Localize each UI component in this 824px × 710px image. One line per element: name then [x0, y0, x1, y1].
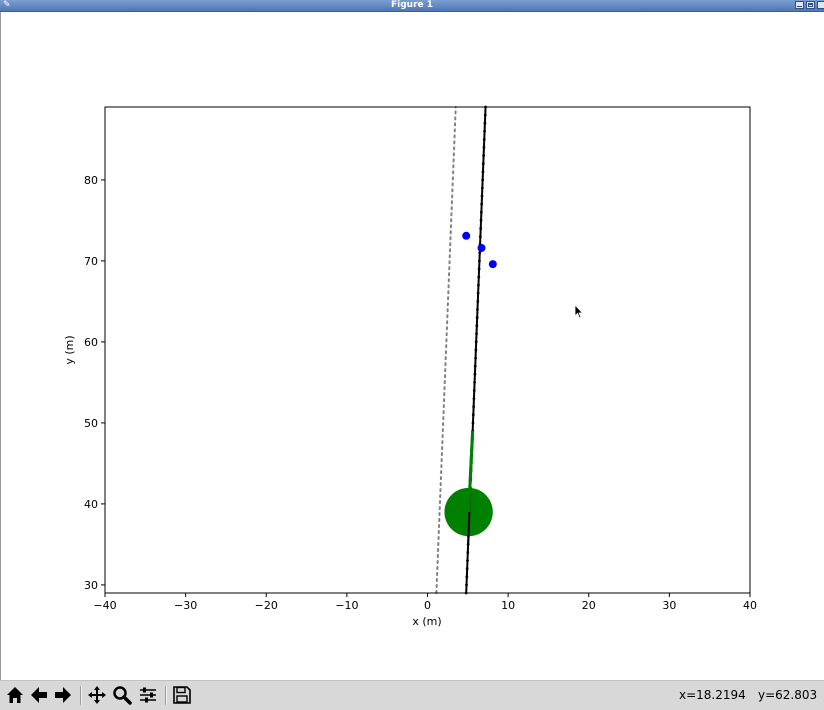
save-icon	[173, 686, 191, 704]
series-marker	[480, 202, 484, 206]
series-marker	[474, 348, 478, 352]
series-marker	[480, 186, 484, 190]
y-tick-label: 60	[84, 336, 98, 349]
x-axis: −40 −30 −20 −10 0 10 20 30 40	[93, 593, 757, 612]
x-tick-label: −30	[174, 599, 197, 612]
series-marker	[483, 113, 487, 117]
scatter-point	[488, 260, 497, 269]
series-marker	[481, 162, 485, 166]
forward-button[interactable]	[52, 684, 74, 706]
series-marker	[481, 178, 485, 182]
series-marker	[481, 170, 485, 174]
series-marker	[477, 275, 481, 279]
series-marker	[472, 397, 476, 400]
forward-arrow-icon	[55, 687, 71, 703]
home-button[interactable]	[4, 684, 26, 706]
series-marker	[471, 421, 475, 425]
series-marker	[482, 146, 486, 149]
figure-canvas[interactable]: −40 −30 −20 −10 0 10 20 30 40 30 40 50 60 70 80 x (m)…	[0, 0, 824, 680]
series-marker	[474, 356, 477, 360]
y-tick-label: 40	[84, 498, 98, 511]
series-marker	[482, 154, 486, 158]
series-marker	[466, 551, 470, 554]
series-marker	[475, 332, 478, 336]
mouse-cursor-icon	[574, 304, 584, 319]
pan-icon	[88, 686, 106, 704]
toolbar-separator	[80, 686, 82, 705]
y-axis: 30 40 50 60 70 80	[84, 174, 105, 592]
series-marker	[478, 259, 481, 263]
series-marker	[475, 316, 479, 319]
home-icon	[7, 687, 23, 703]
x-tick-label: −10	[335, 599, 358, 612]
configure-subplots-icon	[140, 687, 156, 703]
series-marker	[465, 567, 469, 571]
y-tick-label: 80	[84, 174, 98, 187]
x-tick-label: 40	[743, 599, 757, 612]
series-marker	[477, 267, 481, 271]
scatter-point	[477, 243, 486, 252]
back-button[interactable]	[28, 684, 50, 706]
series-marker	[465, 583, 468, 587]
y-coordinate-readout: y=62.803	[758, 688, 818, 702]
series-marker	[473, 381, 476, 384]
series-marker	[483, 121, 487, 125]
series-marker	[472, 389, 476, 392]
x-tick-label: 20	[582, 599, 596, 612]
series-marker	[466, 559, 469, 562]
navigation-toolbar: x=18.2194 y=62.803	[0, 680, 824, 710]
x-tick-label: −20	[255, 599, 278, 612]
x-tick-label: −40	[93, 599, 116, 612]
series-marker	[482, 138, 486, 141]
toolbar-separator	[165, 686, 167, 705]
back-arrow-icon	[31, 687, 47, 703]
x-axis-label: x (m)	[412, 615, 441, 628]
series-marker	[476, 291, 480, 295]
series-marker	[473, 372, 477, 376]
series-marker	[479, 227, 483, 230]
series-marker	[478, 235, 482, 239]
x-tick-label: 30	[662, 599, 676, 612]
series-marker	[471, 413, 475, 417]
series-marker	[479, 219, 483, 222]
x-tick-label: 10	[501, 599, 515, 612]
series-marker	[483, 129, 486, 133]
y-axis-label: y (m)	[63, 335, 76, 364]
series-marker	[480, 194, 484, 198]
pan-button[interactable]	[86, 684, 108, 706]
series-marker	[477, 283, 480, 287]
axes-background	[105, 107, 750, 593]
y-tick-label: 70	[84, 255, 98, 268]
series-marker	[473, 364, 477, 368]
x-tick-label: 0	[424, 599, 431, 612]
series-marker	[474, 340, 478, 344]
y-tick-label: 30	[84, 579, 98, 592]
series-marker	[472, 405, 476, 409]
series-marker	[476, 308, 479, 311]
series-marker	[479, 210, 483, 214]
scatter-point	[462, 231, 471, 240]
zoom-icon	[113, 686, 132, 705]
configure-subplots-button[interactable]	[137, 684, 159, 706]
series-marker	[476, 300, 480, 303]
y-tick-label: 50	[84, 417, 98, 430]
x-coordinate-readout: x=18.2194	[679, 688, 746, 702]
zoom-button[interactable]	[111, 684, 133, 706]
save-button[interactable]	[171, 684, 193, 706]
series-marker	[465, 575, 469, 579]
series-marker	[475, 324, 479, 328]
